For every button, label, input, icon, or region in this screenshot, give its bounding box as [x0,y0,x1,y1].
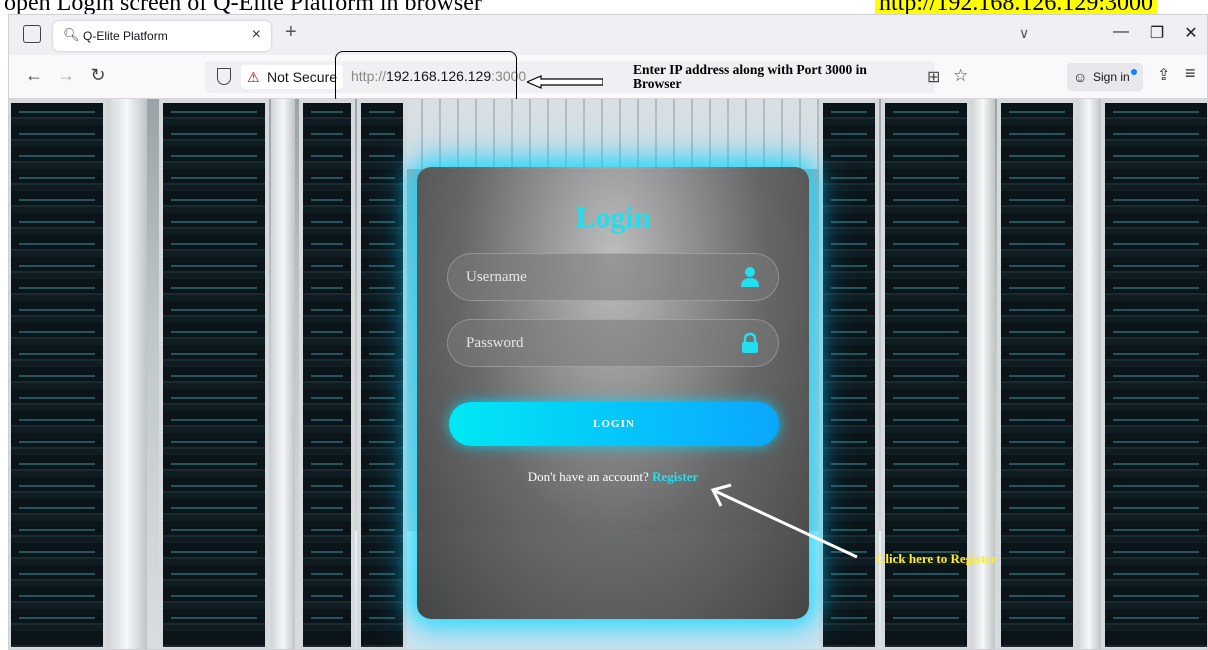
server-rack [159,99,269,649]
rack-door [971,99,995,649]
rack-leds [369,111,395,639]
left-arrow-annotation [527,75,603,89]
rack-door [271,99,295,649]
server-rack [997,99,1077,649]
username-field[interactable] [447,253,779,301]
close-icon[interactable]: × [252,26,261,44]
rack-leds [19,111,95,639]
ceiling-lights [369,99,869,169]
tab-list-icon[interactable] [23,25,41,43]
tab-q-elite[interactable]: 🔍︎ Q-Elite Platform × [53,21,271,51]
tab-bar: 🔍︎ Q-Elite Platform × + ∨ — ❐ ✕ [9,15,1207,55]
annotation-text: Enter IP address along with Port 3000 in… [633,62,867,91]
server-rack [357,99,407,649]
register-link[interactable]: Register [652,469,698,484]
rack-door [107,99,147,649]
reload-icon[interactable]: ↻ [87,65,109,86]
rack-leds [1113,111,1199,639]
new-tab-button[interactable]: + [285,21,297,44]
restore-icon[interactable]: ❐ [1145,23,1169,43]
not-secure-badge[interactable]: ⚠︎ Not Secure [241,65,344,89]
not-secure-label: Not Secure [267,69,338,85]
register-callout: Click here to Register [876,551,997,566]
insecure-lock-icon: ⚠︎ [247,69,260,85]
rack-leds [311,111,343,639]
rack-leds [171,111,257,639]
search-icon: 🔍︎ [63,27,80,42]
lock-icon [742,332,758,353]
server-rack [881,99,971,649]
rack-leds [831,111,867,639]
notification-dot [1131,69,1137,75]
address-bar[interactable]: ⚠︎ Not Secure http://192.168.126.129:300… [205,51,968,105]
password-field[interactable] [447,319,779,367]
back-icon[interactable]: ← [23,65,45,86]
browser-window: 🔍︎ Q-Elite Platform × + ∨ — ❐ ✕ ← → ↻ ⚠︎… [8,14,1208,650]
server-rack [9,99,107,649]
document-caption: open Login screen of Q-Elite Platform in… [0,0,1208,14]
minimize-icon[interactable]: — [1109,23,1133,41]
server-rack [299,99,355,649]
register-prompt-text: Don't have an account? [527,469,649,484]
caption-text: open Login screen of Q-Elite Platform in… [4,0,482,14]
sign-in-button[interactable]: ☺ Sign in [1067,63,1143,91]
close-window-icon[interactable]: ✕ [1179,23,1203,43]
caption-highlight: http://192.168.126.129:3000 [875,0,1158,14]
username-input[interactable] [448,254,738,300]
page-content: Login LOGIN Don't have an account? Regis… [9,99,1207,649]
bookmark-star-icon[interactable]: ☆ [953,66,968,86]
url-highlight-box [335,51,517,105]
login-title: Login [575,201,651,234]
account-icon: ☺ [1073,69,1088,85]
login-button[interactable]: LOGIN [449,402,779,446]
tab-title: Q-Elite Platform [83,29,168,43]
menu-icon[interactable]: ≡ [1185,63,1196,84]
rack-leds [1009,111,1065,639]
password-input[interactable] [448,320,738,366]
sign-in-label: Sign in [1093,70,1130,84]
forward-icon[interactable]: → [55,65,77,86]
reader-view-icon[interactable]: ⊞ [927,67,940,87]
navigation-bar: ← → ↻ ⚠︎ Not Secure http://192.168.126.1… [9,51,1207,105]
server-rack [819,99,879,649]
rack-door [1077,99,1101,649]
server-rack [1101,99,1207,649]
user-icon [741,267,759,287]
shield-icon[interactable] [217,68,231,85]
share-icon[interactable]: ⇪ [1157,65,1170,85]
login-card: Login LOGIN Don't have an account? Regis… [417,167,809,619]
register-prompt: Don't have an account? Register [417,469,809,485]
chevron-down-icon[interactable]: ∨ [1019,25,1029,42]
